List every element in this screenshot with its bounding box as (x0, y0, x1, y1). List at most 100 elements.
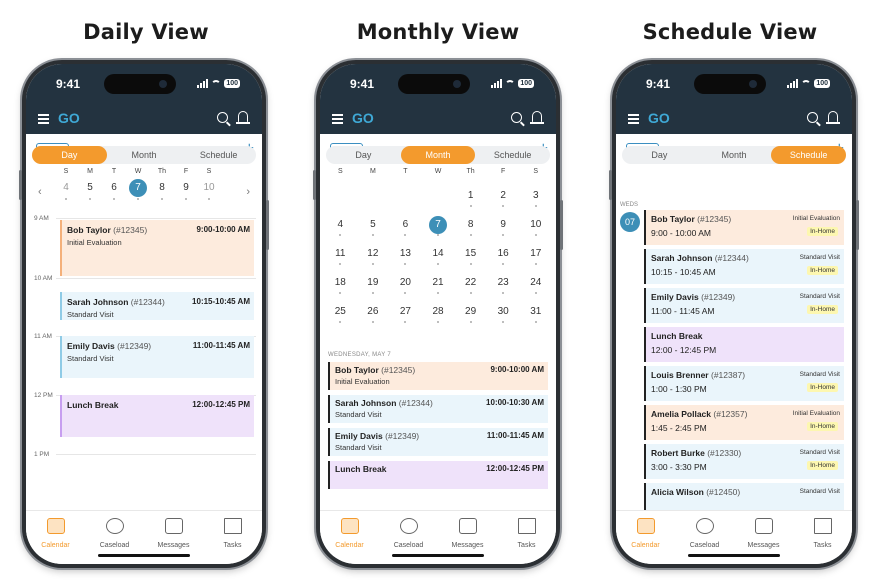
tab-day[interactable]: Day (622, 146, 697, 164)
week-prev-icon[interactable]: ‹ (38, 186, 42, 198)
week-day[interactable]: S 10 (199, 168, 219, 200)
event-card[interactable]: Sarah Johnson (#12344) 10:15-10:45 AM St… (60, 292, 254, 320)
month-day-cell[interactable]: 19 (357, 271, 390, 300)
month-day-cell[interactable]: 8 (454, 213, 487, 242)
month-day-cell[interactable]: 11 (324, 242, 357, 271)
event-card[interactable]: Robert Burke (#12330) 3:00 - 3:30 PM Sta… (644, 444, 844, 479)
month-day-cell[interactable]: 31 (519, 300, 552, 329)
month-day-cell[interactable]: 15 (454, 242, 487, 271)
power-button (560, 200, 563, 250)
menu-icon[interactable] (332, 114, 343, 126)
volume-button (313, 170, 316, 200)
week-day[interactable]: M 5 (80, 168, 100, 200)
tab-month[interactable]: Month (107, 146, 182, 164)
event-dot (437, 321, 440, 323)
tab-day[interactable]: Day (326, 146, 401, 164)
event-card[interactable]: Bob Taylor (#12345) 9:00-10:00 AM Initia… (60, 220, 254, 276)
menu-icon[interactable] (628, 114, 639, 126)
tab-month[interactable]: Month (400, 146, 476, 164)
event-card[interactable]: Bob Taylor (#12345) 9:00-10:00 AM Initia… (328, 362, 548, 390)
month-day-cell[interactable]: 30 (487, 300, 520, 329)
tab-tasks[interactable]: Tasks (203, 511, 262, 564)
event-time: 11:00-11:45 AM (192, 341, 250, 350)
tab-tasks[interactable]: Tasks (497, 511, 556, 564)
month-day-cell[interactable]: 4 (324, 213, 357, 242)
event-dot (502, 292, 505, 294)
tab-calendar[interactable]: Calendar (616, 511, 675, 564)
month-day-cell[interactable]: 10 (519, 213, 552, 242)
month-day-cell[interactable]: 27 (389, 300, 422, 329)
week-next-icon[interactable]: › (246, 186, 250, 198)
event-card[interactable]: Lunch Break 12:00 - 12:45 PM (644, 327, 844, 362)
month-day-cell[interactable]: 20 (389, 271, 422, 300)
month-day-cell[interactable]: 18 (324, 271, 357, 300)
event-dot (502, 205, 505, 207)
patient-id: (#12450) (706, 487, 741, 497)
tab-calendar[interactable]: Calendar (320, 511, 379, 564)
event-dot (534, 205, 537, 207)
week-day[interactable]: W 7 (128, 168, 148, 200)
event-time: 12:00 - 12:45 PM (651, 345, 717, 355)
search-icon[interactable] (807, 112, 818, 123)
month-day-cell[interactable]: 5 (357, 213, 390, 242)
event-dot (469, 292, 472, 294)
month-day-cell[interactable]: 2 (487, 184, 520, 213)
event-card[interactable]: Emily Davis (#12349) 11:00 - 11:45 AM St… (644, 288, 844, 323)
event-card[interactable]: Sarah Johnson (#12344) 10:15 - 10:45 AM … (644, 249, 844, 284)
tab-schedule[interactable]: Schedule (181, 146, 256, 164)
patient-name: Bob Taylor (67, 225, 111, 235)
month-day-cell[interactable]: 25 (324, 300, 357, 329)
month-day-cell[interactable]: 14 (422, 242, 455, 271)
event-dot (185, 198, 187, 200)
event-card[interactable]: Lunch Break 12:00-12:45 PM (60, 395, 254, 437)
month-day-cell[interactable]: 12 (357, 242, 390, 271)
week-day[interactable]: S 4 (56, 168, 76, 200)
month-day-cell[interactable]: 6 (389, 213, 422, 242)
month-day-cell[interactable]: 26 (357, 300, 390, 329)
month-day-cell[interactable]: 22 (454, 271, 487, 300)
search-icon[interactable] (217, 112, 228, 123)
event-card[interactable]: Lunch Break 12:00-12:45 PM (328, 461, 548, 489)
month-day-cell[interactable]: 23 (487, 271, 520, 300)
month-day-cell[interactable]: 13 (389, 242, 422, 271)
tab-schedule[interactable]: Schedule (475, 146, 550, 164)
month-day-cell[interactable]: 9 (487, 213, 520, 242)
bell-icon[interactable] (530, 111, 544, 124)
chat-icon (754, 518, 773, 534)
tab-month[interactable]: Month (697, 146, 772, 164)
month-day-cell[interactable]: 17 (519, 242, 552, 271)
month-day-cell[interactable]: 28 (422, 300, 455, 329)
month-day-cell[interactable]: 16 (487, 242, 520, 271)
month-day-number: 13 (399, 248, 411, 259)
month-day-cell[interactable]: 24 (519, 271, 552, 300)
month-day-cell[interactable]: 29 (454, 300, 487, 329)
week-day[interactable]: T 6 (104, 168, 124, 200)
weekday-header: M (369, 168, 376, 175)
tab-day[interactable]: Day (32, 146, 107, 164)
event-card[interactable]: Sarah Johnson (#12344) 10:00-10:30 AM St… (328, 395, 548, 423)
event-card[interactable]: Emily Davis (#12349) 11:00-11:45 AM Stan… (60, 336, 254, 378)
event-card[interactable]: Amelia Pollack (#12357) 1:45 - 2:45 PM I… (644, 405, 844, 440)
tab-calendar-label: Calendar (631, 542, 660, 549)
event-card[interactable]: Bob Taylor (#12345) 9:00 - 10:00 AM Init… (644, 210, 844, 245)
week-day[interactable]: F 9 (176, 168, 196, 200)
month-day-cell (422, 184, 455, 213)
event-card[interactable]: Emily Davis (#12349) 11:00-11:45 AM Stan… (328, 428, 548, 456)
hour-line (56, 454, 256, 455)
event-dot (437, 292, 440, 294)
bell-icon[interactable] (236, 111, 250, 124)
tab-schedule[interactable]: Schedule (771, 146, 847, 164)
week-day[interactable]: Th 8 (152, 168, 172, 200)
month-day-cell[interactable]: 3 (519, 184, 552, 213)
event-card[interactable]: Louis Brenner (#12387) 1:00 - 1:30 PM St… (644, 366, 844, 401)
month-day-cell[interactable]: 1 (454, 184, 487, 213)
month-day-cell[interactable]: 21 (422, 271, 455, 300)
bell-icon[interactable] (826, 111, 840, 124)
search-icon[interactable] (511, 112, 522, 123)
tab-tasks[interactable]: Tasks (793, 511, 852, 564)
month-day-cell[interactable]: 7 (422, 213, 455, 242)
volume-button (19, 170, 22, 200)
monthly-view-title: Monthly View (356, 20, 520, 44)
menu-icon[interactable] (38, 114, 49, 126)
tab-calendar[interactable]: Calendar (26, 511, 85, 564)
